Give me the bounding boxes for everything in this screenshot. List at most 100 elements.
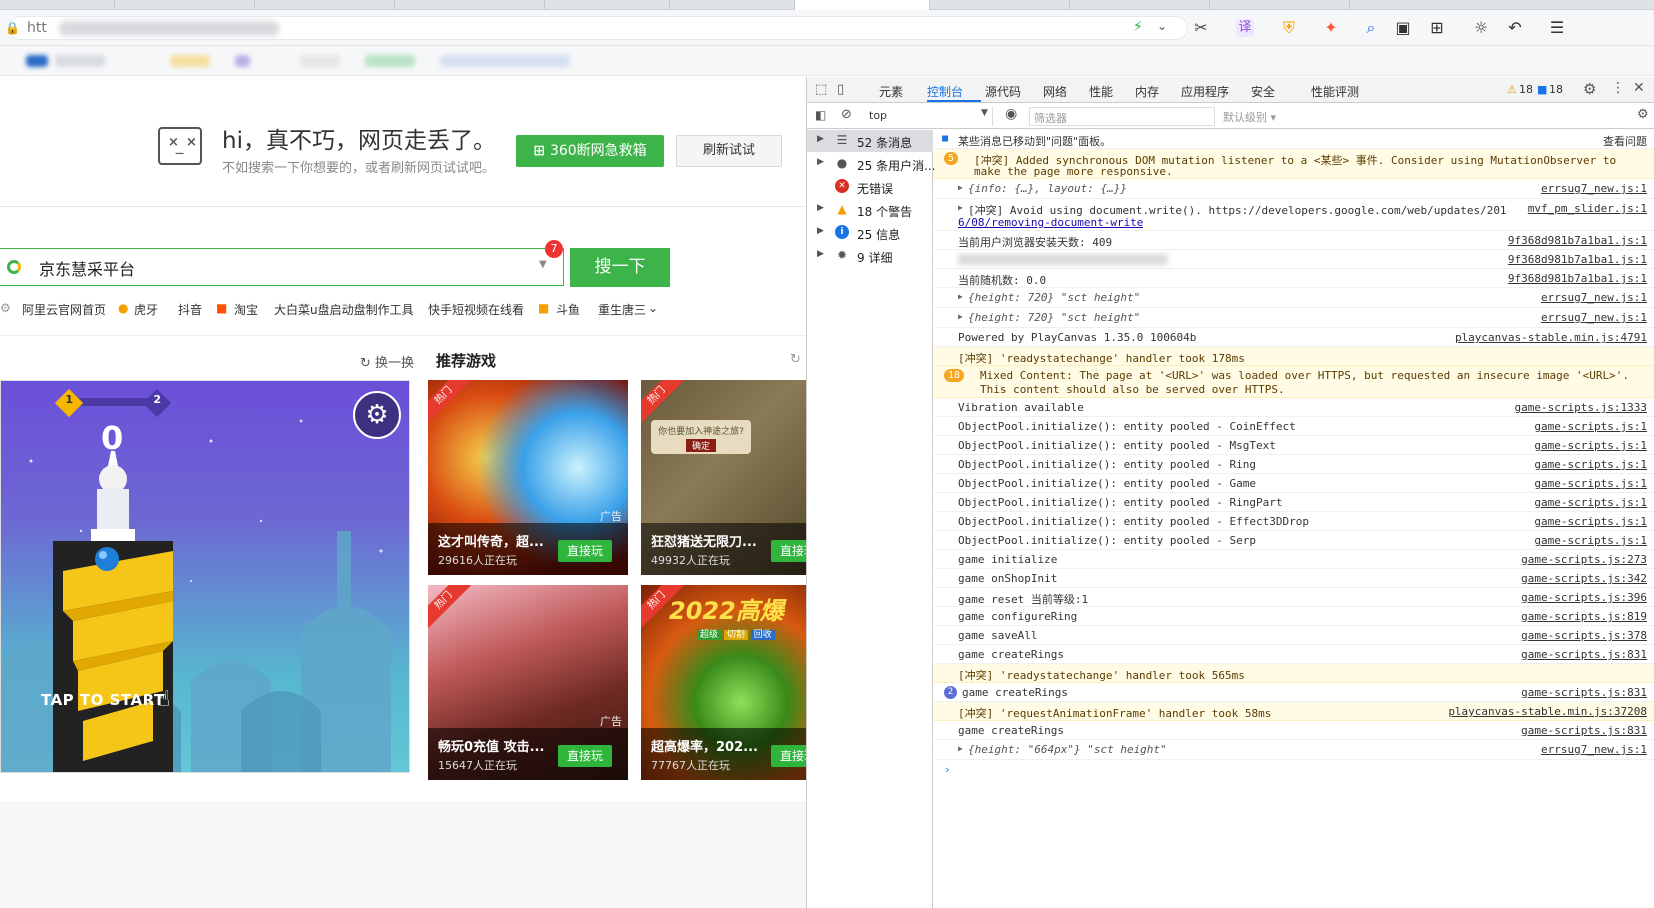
game-card[interactable]: 热门 广告 这才叫传奇，超... 29616人正在玩 直接玩 [428, 380, 628, 575]
sidebar-item-errors[interactable]: ✕ 无错误 [807, 176, 933, 198]
tab-lighthouse[interactable]: 性能评测 [1311, 83, 1359, 100]
expand-icon[interactable]: ▶ [958, 292, 963, 301]
source-link[interactable]: 9f368d981b7a1ba1.js:1 [1508, 234, 1647, 247]
lightning-icon[interactable]: ⚡ [1133, 19, 1143, 35]
quick-link[interactable]: 淘宝 [234, 301, 258, 318]
chevron-down-icon[interactable]: ⌄ [648, 301, 658, 315]
source-link[interactable]: playcanvas-stable.min.js:37208 [1448, 705, 1647, 718]
expand-icon[interactable]: ▶ [958, 312, 963, 321]
console-link[interactable]: 6/08/removing-document-write [958, 216, 1143, 229]
source-link[interactable]: game-scripts.js:831 [1521, 648, 1647, 661]
browser-tab[interactable] [930, 0, 1070, 10]
game-card[interactable]: 你也要加入神途之旅?确定 热门 狂怼猪送无限刀... 49932人正在玩 直接玩 [641, 380, 806, 575]
source-link[interactable]: game-scripts.js:831 [1521, 686, 1647, 699]
shield-icon[interactable]: ⛨ [1280, 19, 1298, 37]
sidebar-item-info[interactable]: ▶ i 25 信息 [807, 222, 933, 244]
console-object[interactable]: {height: 720} "sct height" [968, 311, 1140, 324]
browser-tab[interactable] [0, 0, 115, 10]
quick-link[interactable]: 快手短视频在线看 [428, 301, 524, 318]
source-link[interactable]: game-scripts.js:1333 [1515, 401, 1647, 414]
gear-icon[interactable]: ⚙ [353, 391, 401, 439]
source-link[interactable]: game-scripts.js:378 [1521, 629, 1647, 642]
source-link[interactable]: mvf_pm_slider.js:1 [1528, 202, 1647, 215]
eye-icon[interactable]: ◉ [1005, 106, 1017, 122]
sidebar-item-messages[interactable]: ▶ ☰ 52 条消息 [807, 130, 933, 152]
source-link[interactable]: game-scripts.js:273 [1521, 553, 1647, 566]
console-object[interactable]: {height: "664px"} "sct height" [968, 743, 1167, 756]
search-button[interactable]: 搜一下 [570, 248, 670, 287]
source-link[interactable]: game-scripts.js:831 [1521, 724, 1647, 737]
view-issues-link[interactable]: 查看问题 [1603, 133, 1647, 149]
quick-link[interactable]: 虎牙 [134, 301, 158, 318]
translate-icon[interactable]: 译 [1236, 19, 1254, 37]
tab-performance[interactable]: 性能 [1089, 83, 1113, 100]
source-link[interactable]: 9f368d981b7a1ba1.js:1 [1508, 272, 1647, 285]
menu-icon[interactable]: ☰ [1548, 19, 1566, 37]
expand-icon[interactable]: ▶ [958, 183, 963, 192]
search-input[interactable]: 京东慧采平台 [39, 256, 135, 280]
bookmark-item[interactable] [55, 55, 105, 67]
expand-icon[interactable]: ▶ [958, 744, 963, 753]
quick-link[interactable]: 抖音 [178, 301, 202, 318]
tab-security[interactable]: 安全 [1251, 83, 1275, 100]
warning-count[interactable]: 18 [1519, 83, 1533, 96]
bookmark-item[interactable] [235, 55, 250, 67]
source-link[interactable]: game-scripts.js:396 [1521, 591, 1647, 604]
brightness-icon[interactable]: ☼ [1472, 19, 1490, 37]
scissors-icon[interactable]: ✂ [1192, 19, 1210, 37]
refresh-icon[interactable]: ↻ [790, 352, 801, 367]
source-link[interactable]: game-scripts.js:1 [1534, 439, 1647, 452]
source-link[interactable]: errsug7_new.js:1 [1541, 182, 1647, 195]
sidebar-item-verbose[interactable]: ▶ ✹ 9 详细 [807, 245, 933, 267]
swap-games-link[interactable]: ↻ 换一换 [360, 352, 414, 371]
source-link[interactable]: errsug7_new.js:1 [1541, 743, 1647, 756]
console-object[interactable]: {height: 720} "sct height" [968, 291, 1140, 304]
expand-icon[interactable]: ▶ [958, 203, 963, 212]
inspect-icon[interactable]: ⬚ [815, 82, 827, 97]
console-prompt[interactable]: › [934, 760, 1654, 780]
source-link[interactable]: errsug7_new.js:1 [1541, 291, 1647, 304]
grid-icon[interactable]: ⊞ [1428, 19, 1446, 37]
info-count[interactable]: 18 [1549, 83, 1563, 96]
undo-icon[interactable]: ↶ [1506, 19, 1524, 37]
console-object[interactable]: {info: {…}, layout: {…}} [968, 182, 1127, 195]
close-icon[interactable]: ✕ [1633, 80, 1645, 96]
browser-tab[interactable] [255, 0, 395, 10]
context-select[interactable]: top ▼ [863, 107, 993, 126]
browser-tab[interactable] [115, 0, 255, 10]
play-button[interactable]: 直接玩 [558, 540, 612, 562]
source-link[interactable]: game-scripts.js:1 [1534, 515, 1647, 528]
tab-console[interactable]: 控制台 [927, 83, 963, 100]
gear-icon[interactable]: ⚙ [1637, 107, 1649, 122]
source-link[interactable]: game-scripts.js:1 [1534, 477, 1647, 490]
game-card[interactable]: 2022高爆 超级 切割 回收 热门 超高爆率，202... 77767人正在玩… [641, 585, 806, 780]
tab-sources[interactable]: 源代码 [985, 83, 1021, 100]
browser-tab[interactable] [670, 0, 795, 10]
play-button[interactable]: 直接玩 [558, 745, 612, 767]
search-dropdown-icon[interactable]: ▼ [539, 259, 547, 270]
source-link[interactable]: errsug7_new.js:1 [1541, 311, 1647, 324]
tab-elements[interactable]: 元素 [879, 83, 903, 100]
log-level-select[interactable]: 默认级别 ▾ [1223, 109, 1276, 125]
browser-tab[interactable] [395, 0, 545, 10]
reader-icon[interactable]: ▣ [1394, 19, 1412, 37]
sidebar-item-warnings[interactable]: ▶ ▲ 18 个警告 [807, 199, 933, 221]
play-button[interactable]: 直接玩 [771, 540, 806, 562]
quick-link[interactable]: 大白菜u盘启动盘制作工具 [274, 301, 414, 318]
network-rescue-button[interactable]: ⊞ 360断网急救箱 [516, 135, 664, 167]
browser-tab[interactable] [545, 0, 670, 10]
tab-memory[interactable]: 内存 [1135, 83, 1159, 100]
play-button[interactable]: 直接玩 [771, 745, 806, 767]
bookmark-item[interactable] [26, 55, 48, 67]
stack-game-canvas[interactable]: 1 2 0 ⚙ TAP TO START ☝ [0, 380, 410, 773]
clear-console-icon[interactable]: ⊘ [841, 107, 852, 122]
chevron-down-icon[interactable]: ⌄ [1157, 19, 1167, 33]
source-link[interactable]: game-scripts.js:1 [1534, 420, 1647, 433]
tab-application[interactable]: 应用程序 [1181, 83, 1229, 100]
gear-icon[interactable]: ⚙ [1583, 80, 1596, 98]
tap-to-start[interactable]: TAP TO START [41, 691, 165, 709]
quick-link[interactable]: 斗鱼 [556, 301, 580, 318]
source-link[interactable]: game-scripts.js:1 [1534, 534, 1647, 547]
filter-input[interactable]: 筛选器 [1029, 107, 1215, 126]
game-icon[interactable]: ✦ [1322, 19, 1340, 37]
